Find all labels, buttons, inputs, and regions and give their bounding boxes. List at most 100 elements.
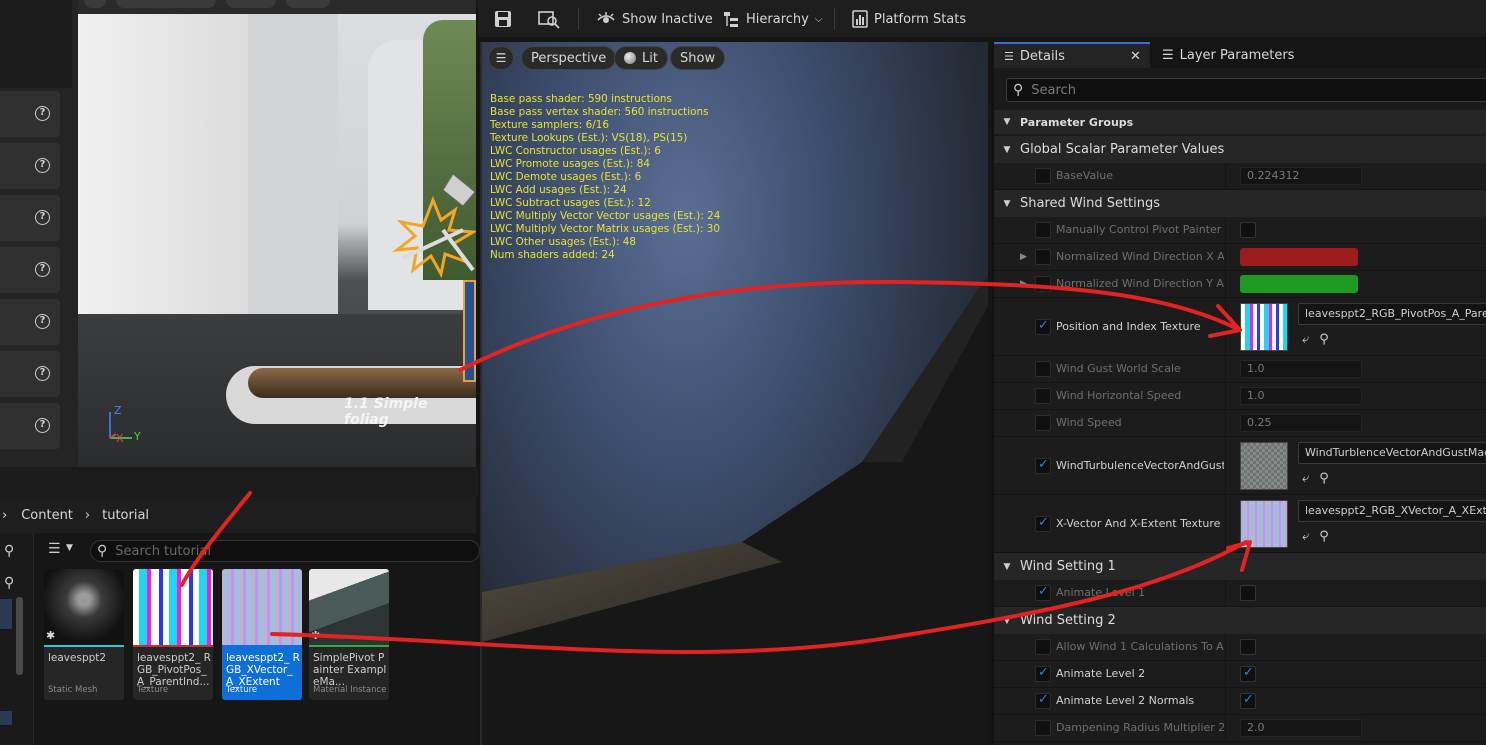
expand-arrow-icon[interactable]: ▶ [1020,279,1027,289]
platform-stats-button[interactable]: Platform Stats [852,0,966,38]
override-checkbox[interactable] [1035,318,1051,335]
browse-asset-icon[interactable]: ⚲ [1319,529,1329,544]
override-checkbox[interactable] [1035,457,1051,474]
override-checkbox[interactable] [1035,222,1051,238]
help-icon[interactable]: ? [35,314,50,329]
asset-tile[interactable]: ✱ leavesppt2 Static Mesh [44,569,124,700]
breadcrumb-content[interactable]: Content [21,508,73,523]
texture-asset-picker[interactable]: leavesppt2_RGB_PivotPos_A_ParentIndex [1298,303,1486,325]
shader-stat-line: LWC Add usages (Est.): 24 [490,184,627,196]
asset-tile[interactable]: leavesppt2_ RGB_XVector_ A_XExtent Textu… [222,569,302,700]
gust-scale-field[interactable]: 1.0 [1240,360,1362,378]
category-global-scalar[interactable]: ▼ Global Scalar Parameter Values [994,136,1486,163]
override-checkbox[interactable] [1035,276,1051,292]
gizmo-x-label: X [116,432,124,445]
animate-level-1-checkbox[interactable] [1240,585,1256,601]
override-checkbox[interactable] [1035,639,1051,655]
override-checkbox[interactable] [1035,515,1051,532]
details-search-input[interactable]: Search [1031,83,1076,98]
shader-stat-line: Texture Lookups (Est.): VS(18), PS(15) [490,132,688,144]
left-panel-row[interactable]: ? [0,299,60,345]
base-value-field[interactable]: 0.224312 [1240,167,1362,185]
asset-search[interactable]: ⚲ Search tutorial [90,540,480,562]
property-row: BaseValue 0.224312 [994,163,1486,190]
selected-actor-outline[interactable] [463,280,476,382]
use-selected-icon[interactable]: ⤶ [1302,471,1309,486]
search-icon[interactable]: ⚲ [4,543,14,559]
help-icon[interactable]: ? [35,210,50,225]
folder-tree-selection[interactable] [0,599,12,629]
tab-details[interactable]: ☰ Details ✕ [994,42,1150,68]
help-icon[interactable]: ? [35,106,50,121]
left-panel-row[interactable]: ? [0,403,60,449]
override-checkbox[interactable] [1035,584,1051,601]
override-checkbox[interactable] [1035,388,1051,404]
left-panel-row[interactable]: ? [0,91,60,137]
override-checkbox[interactable] [1035,692,1051,709]
browse-asset-icon[interactable]: ⚲ [1319,471,1329,486]
texture-asset-picker[interactable]: leavesppt2_RGB_XVector_A_XExtent [1298,500,1486,522]
material-preview-viewport[interactable]: ☰ Perspective Lit Show Base pass shader:… [480,42,988,745]
left-panel-row[interactable]: ? [0,195,60,241]
details-panel: ☰ Details ✕ ☰ Layer Parameters ⚲ Search … [992,42,1486,745]
use-selected-icon[interactable]: ⤶ [1302,332,1309,347]
collapse-arrow-icon: ▼ [1003,117,1011,127]
left-panel-row[interactable]: ? [0,247,60,293]
lit-button[interactable]: Lit [614,46,668,70]
category-shared-wind[interactable]: ▼ Shared Wind Settings [994,190,1486,217]
help-icon[interactable]: ? [35,262,50,277]
color-swatch-y[interactable] [1240,275,1358,293]
chevron-down-icon[interactable]: ▼ [66,543,73,553]
scrollbar[interactable] [16,597,23,675]
save-button[interactable] [494,0,512,38]
help-icon[interactable]: ? [35,158,50,173]
hierarchy-dropdown[interactable]: Hierarchy ⌵ [722,0,822,38]
texture-thumbnail[interactable] [1240,303,1288,351]
level-viewport[interactable]: 1.1 Simple foliag Z X Y [78,0,476,467]
folder-tree-selection[interactable] [0,711,12,725]
texture-asset-picker[interactable]: WindTurblenceVectorAndGustMagnitude [1298,442,1486,464]
texture-thumbnail[interactable] [1240,442,1288,490]
search-icon[interactable]: ⚲ [4,575,14,591]
allow-wind1-checkbox[interactable] [1240,639,1256,655]
override-checkbox[interactable] [1035,665,1051,682]
category-wind-setting-1[interactable]: ▼ Wind Setting 1 [994,553,1486,580]
show-inactive-button[interactable]: Show Inactive [596,0,713,38]
dampening-radius-field[interactable]: 2.0 [1240,719,1362,737]
tab-layer-parameters[interactable]: ☰ Layer Parameters [1152,42,1332,68]
show-button[interactable]: Show [670,46,726,70]
override-checkbox[interactable] [1035,249,1051,265]
perspective-button[interactable]: Perspective [521,46,617,70]
browse-asset-icon[interactable]: ⚲ [1319,332,1329,347]
animate-level-2-checkbox[interactable] [1240,665,1256,682]
override-checkbox[interactable] [1035,168,1051,184]
foliage-actor-gizmo[interactable] [383,170,476,280]
browse-button[interactable] [538,0,560,38]
category-parameter-groups[interactable]: ▼ Parameter Groups [994,110,1486,134]
close-icon[interactable]: ✕ [1130,49,1141,64]
asset-tile[interactable]: ✱ SimplePivot Painter ExampleMa... Mater… [309,569,389,700]
use-selected-icon[interactable]: ⤶ [1302,529,1309,544]
category-wind-setting-2[interactable]: ▼ Wind Setting 2 [994,607,1486,634]
details-search[interactable]: ⚲ Search [1006,78,1486,102]
filter-icon[interactable]: ☰ [48,541,61,557]
horizontal-speed-field[interactable]: 1.0 [1240,387,1362,405]
manual-pivot-checkbox[interactable] [1240,222,1256,238]
override-checkbox[interactable] [1035,415,1051,431]
left-panel-row[interactable]: ? [0,143,60,189]
help-icon[interactable]: ? [35,366,50,381]
override-checkbox[interactable] [1035,361,1051,377]
asset-tile[interactable]: leavesppt2_ RGB_PivotPos_ A_ParentInd...… [133,569,213,700]
axis-gizmo [109,412,132,439]
animate-level-2-normals-checkbox[interactable] [1240,692,1256,709]
viewport-menu-button[interactable]: ☰ [488,46,514,70]
texture-thumbnail[interactable] [1240,500,1288,548]
asset-search-input[interactable]: Search tutorial [115,544,211,559]
help-icon[interactable]: ? [35,418,50,433]
breadcrumb-tutorial[interactable]: tutorial [102,508,149,523]
color-swatch-x[interactable] [1240,248,1358,266]
left-panel-row[interactable]: ? [0,351,60,397]
expand-arrow-icon[interactable]: ▶ [1020,252,1027,262]
wind-speed-field[interactable]: 0.25 [1240,414,1362,432]
override-checkbox[interactable] [1035,720,1051,736]
